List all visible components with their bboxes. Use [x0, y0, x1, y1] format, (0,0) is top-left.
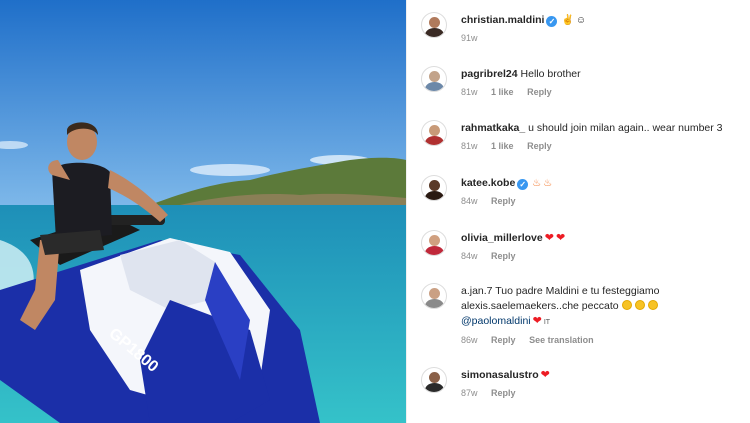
comment-time[interactable]: 87w [461, 388, 478, 398]
comment-text: Hello brother [520, 68, 581, 80]
caption-time[interactable]: 91w [461, 33, 478, 43]
comments-panel: christian.maldini ✓ ✌ ☺ 91w pagribrel24 Hel… [406, 0, 750, 423]
comment-time[interactable]: 84w [461, 251, 478, 261]
sad-face-icon [621, 300, 632, 310]
comment-likes[interactable]: 1 like [491, 141, 514, 151]
comment-likes[interactable]: 1 like [491, 87, 514, 97]
reply-button[interactable]: Reply [527, 141, 552, 151]
fire-icon: ♨ [532, 178, 542, 189]
comment-time[interactable]: 81w [461, 87, 478, 97]
hand-icon: ✌ [561, 15, 574, 26]
comment-username[interactable]: rahmatkaka_ [461, 122, 525, 134]
heart-icon: ❤ [544, 232, 554, 244]
jetski-photo-illustration: GP1800 [0, 0, 406, 423]
reply-button[interactable]: Reply [491, 388, 516, 398]
comment-username[interactable]: simonasalustro [461, 369, 539, 381]
comment-text: u should join milan again.. wear number … [528, 122, 723, 134]
avatar[interactable] [421, 175, 447, 201]
heart-icon: ❤ [532, 315, 542, 327]
sad-face-icon [634, 300, 645, 310]
mention-link[interactable]: @paolomaldini [461, 315, 531, 327]
smile-icon: ☺ [575, 15, 587, 26]
avatar[interactable] [421, 367, 447, 393]
reply-button[interactable]: Reply [491, 196, 516, 206]
verified-badge-icon: ✓ [517, 179, 529, 190]
post-photo[interactable]: GP1800 [0, 0, 406, 423]
reply-button[interactable]: Reply [491, 335, 516, 345]
comment-username[interactable]: olivia_millerlove [461, 232, 543, 244]
avatar[interactable] [421, 66, 447, 92]
fire-icon: ♨ [543, 178, 553, 189]
avatar[interactable] [421, 283, 447, 309]
reply-button[interactable]: Reply [527, 87, 552, 97]
caption-username[interactable]: christian.maldini [461, 14, 544, 26]
avatar[interactable] [421, 12, 447, 38]
comment-time[interactable]: 84w [461, 196, 478, 206]
comment-username[interactable]: pagribrel24 [461, 68, 518, 80]
see-translation-button[interactable]: See translation [529, 335, 594, 345]
comment-username[interactable]: katee.kobe [461, 177, 515, 189]
comment-username[interactable]: a.jan.7 [461, 285, 493, 297]
avatar[interactable] [421, 120, 447, 146]
heart-icon: ❤ [540, 369, 550, 381]
flag-icon: IT [543, 319, 551, 326]
comment-time[interactable]: 81w [461, 141, 478, 151]
heart-icon: ❤ [555, 232, 566, 244]
avatar[interactable] [421, 230, 447, 256]
comment-time[interactable]: 86w [461, 335, 478, 345]
verified-badge-icon: ✓ [546, 16, 558, 27]
sad-face-icon [647, 300, 658, 310]
reply-button[interactable]: Reply [491, 251, 516, 261]
